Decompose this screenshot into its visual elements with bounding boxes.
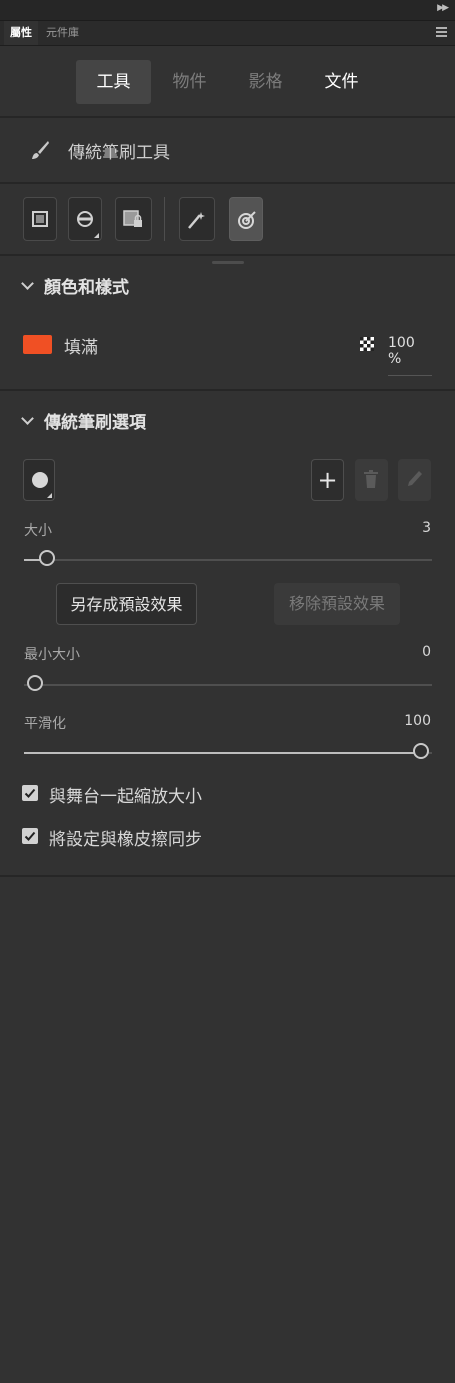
fill-opacity-field[interactable]: 100 %	[388, 335, 432, 376]
smoothing-slider-fill	[24, 752, 421, 754]
plus-icon: +	[317, 466, 338, 494]
remove-preset-button[interactable]: 移除預設效果	[274, 583, 400, 625]
section-divider	[0, 875, 455, 877]
fill-label: 填滿	[64, 338, 98, 358]
sync-eraser-checkbox[interactable]	[22, 828, 38, 844]
pressure-button[interactable]	[179, 197, 215, 241]
brush-options-title: 傳統筆刷選項	[44, 413, 146, 433]
flyout-indicator	[94, 233, 99, 238]
object-drawing-button[interactable]	[23, 197, 57, 241]
smoothing-slider-thumb[interactable]	[413, 743, 429, 759]
color-section-header[interactable]: 顏色和樣式	[20, 273, 129, 298]
size-label: 大小	[24, 523, 52, 539]
segment-object[interactable]: 物件	[152, 60, 227, 104]
flyout-indicator	[47, 493, 52, 498]
brush-mode-icon	[77, 211, 93, 227]
size-value[interactable]: 3	[422, 520, 431, 536]
size-slider-thumb[interactable]	[38, 550, 55, 566]
panel-tab-bar: 屬性 元件庫	[0, 21, 455, 46]
sync-eraser-label: 將設定與橡皮擦同步	[49, 830, 202, 850]
smoothing-slider[interactable]	[24, 743, 432, 759]
segment-tool[interactable]: 工具	[76, 60, 151, 104]
object-drawing-icon	[32, 211, 48, 227]
min-size-value[interactable]: 0	[422, 644, 431, 660]
checkmark-icon	[24, 831, 36, 841]
smoothing-label: 平滑化	[24, 716, 66, 732]
smoothing-value[interactable]: 100	[404, 713, 431, 729]
resize-grip[interactable]	[212, 261, 244, 264]
section-divider	[0, 182, 455, 184]
scale-with-stage-checkbox[interactable]	[22, 785, 38, 801]
section-divider	[0, 116, 455, 118]
section-divider	[0, 389, 455, 391]
brush-icon	[32, 141, 49, 159]
lock-fill-icon	[123, 210, 142, 227]
segment-document[interactable]: 文件	[304, 60, 379, 104]
trash-icon	[364, 470, 378, 488]
round-brush-icon	[32, 472, 48, 488]
checkmark-icon	[24, 788, 36, 798]
min-size-label: 最小大小	[24, 647, 80, 663]
size-slider[interactable]	[24, 550, 432, 566]
segment-frame[interactable]: 影格	[228, 60, 303, 104]
min-size-slider[interactable]	[24, 675, 432, 691]
scale-with-stage-label: 與舞台一起縮放大小	[49, 787, 202, 807]
chevron-down-icon	[21, 277, 34, 290]
min-size-slider-thumb[interactable]	[27, 675, 43, 691]
panel-menu-icon[interactable]	[436, 27, 447, 38]
tab-properties[interactable]: 屬性	[4, 21, 38, 45]
chevron-down-icon	[21, 412, 34, 425]
checkerboard-opacity-icon	[360, 337, 374, 351]
tilt-button[interactable]	[229, 197, 263, 241]
section-divider	[0, 254, 455, 256]
edit-brush-preset-button[interactable]	[398, 459, 431, 501]
pencil-icon	[408, 471, 422, 486]
add-brush-preset-button[interactable]: +	[311, 459, 344, 501]
brush-shape-selector[interactable]	[23, 459, 55, 501]
brush-options-section-header[interactable]: 傳統筆刷選項	[20, 408, 146, 433]
collapse-panel-icon[interactable]: ▶▶	[437, 3, 449, 13]
tool-name: 傳統筆刷工具	[68, 143, 170, 163]
brush-mode-button[interactable]	[68, 197, 102, 241]
tab-library[interactable]: 元件庫	[40, 21, 85, 45]
tilt-icon	[238, 211, 256, 229]
fill-color-swatch[interactable]	[23, 335, 52, 354]
panel-top-strip: ▶▶	[0, 0, 455, 21]
save-preset-button[interactable]: 另存成預設效果	[56, 583, 197, 625]
pressure-icon	[188, 212, 205, 229]
color-section-title: 顏色和樣式	[44, 278, 129, 298]
lock-fill-button[interactable]	[115, 197, 152, 241]
toolbar-separator	[164, 197, 165, 241]
delete-brush-preset-button[interactable]	[355, 459, 388, 501]
